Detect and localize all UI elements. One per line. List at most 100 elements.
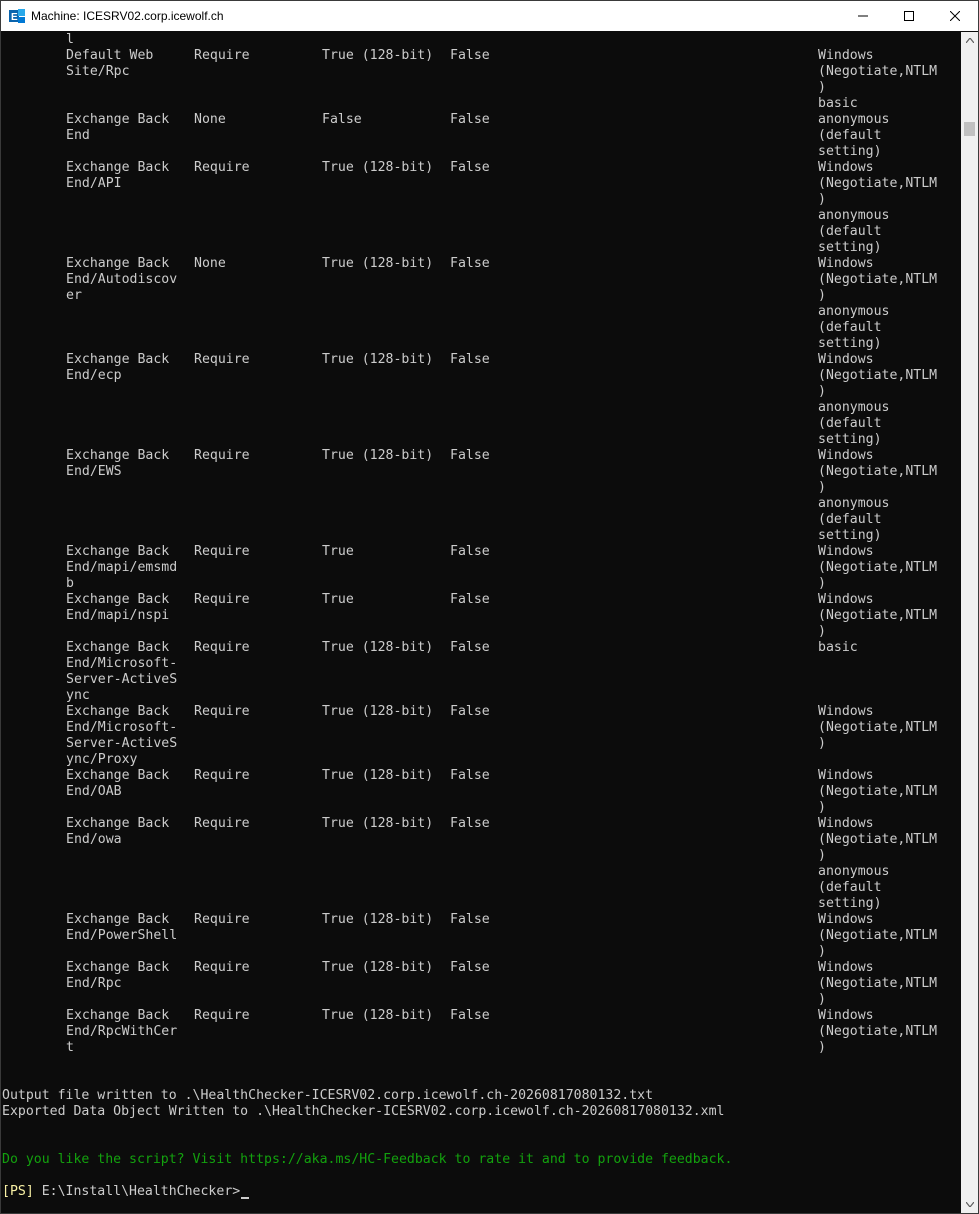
row-ssl-setting: Require [194, 352, 250, 367]
row-auth-method: (Negotiate,NTLM [818, 928, 938, 943]
row-site-name: End/Autodiscov [66, 272, 178, 287]
row-site-name: End/mapi/emsmd [66, 560, 178, 575]
row-site-name: End/owa [66, 832, 122, 847]
terminal-output[interactable]: l Default Web Site/Rpc Require True (128-bit… [1, 32, 961, 1213]
minimize-button[interactable] [840, 1, 886, 31]
maximize-button[interactable] [886, 1, 932, 31]
row-auth-method: anonymous [818, 304, 890, 319]
row-auth-method: Windows [818, 912, 874, 927]
row-site-name: End/Microsoft- [66, 656, 178, 671]
row-client-cert: False [450, 704, 490, 719]
row-auth-method: Windows [818, 816, 874, 831]
row-encryption: True (128-bit) [322, 640, 434, 655]
row-site-name: End/Rpc [66, 976, 122, 991]
close-button[interactable] [932, 1, 978, 31]
row-site-name: Server-ActiveS [66, 672, 178, 687]
row-auth-method: (default [818, 128, 882, 143]
row-auth-method: (Negotiate,NTLM [818, 464, 938, 479]
row-auth-method: (Negotiate,NTLM [818, 720, 938, 735]
row-auth-method: (Negotiate,NTLM [818, 976, 938, 991]
row-client-cert: False [450, 640, 490, 655]
row-client-cert: False [450, 544, 490, 559]
row-auth-method: (default [818, 320, 882, 335]
output-file-line: Output file written to .\HealthChecker-I… [2, 1088, 654, 1103]
row-encryption: True (128-bit) [322, 960, 434, 975]
row-auth-method: (Negotiate,NTLM [818, 368, 938, 383]
row-auth-method: Windows [818, 160, 874, 175]
window-title: Machine: ICESRV02.corp.icewolf.ch [31, 9, 224, 23]
scroll-thumb[interactable] [964, 122, 975, 136]
vertical-scrollbar[interactable] [961, 32, 978, 1213]
row-auth-method: ) [818, 384, 826, 399]
row-auth-method: basic [818, 640, 858, 655]
row-ssl-setting: Require [194, 544, 250, 559]
row-site-name: Server-ActiveS [66, 736, 178, 751]
row-auth-method: Windows [818, 768, 874, 783]
row-site-name: End/EWS [66, 464, 122, 479]
row-auth-method: (Negotiate,NTLM [818, 784, 938, 799]
row-site-name: t [66, 1040, 74, 1055]
exchange-management-shell-icon: E [9, 8, 25, 24]
row-auth-method: Windows [818, 704, 874, 719]
row-auth-method: setting) [818, 896, 882, 911]
row-auth-method: setting) [818, 432, 882, 447]
row-site-name: Exchange Back [66, 544, 170, 559]
row-site-name: Exchange Back [66, 768, 170, 783]
row-site-name: Exchange Back [66, 112, 170, 127]
row-site-name: Exchange Back [66, 704, 170, 719]
row-ssl-setting: Require [194, 640, 250, 655]
row-site-name: ync/Proxy [66, 752, 138, 767]
row-auth-method: setting) [818, 336, 882, 351]
row-ssl-setting: None [194, 112, 226, 127]
row-auth-method: (default [818, 224, 882, 239]
row-auth-method: Windows [818, 448, 874, 463]
row-auth-method: ) [818, 624, 826, 639]
scroll-up-button[interactable] [961, 32, 978, 49]
row-auth-method: Windows [818, 544, 874, 559]
row-site-name: Exchange Back [66, 912, 170, 927]
row-auth-method: anonymous [818, 112, 890, 127]
row-auth-method: Windows [818, 48, 874, 63]
row-client-cert: False [450, 448, 490, 463]
output-file-line: Exported Data Object Written to .\Health… [2, 1104, 725, 1119]
row-site-name: Exchange Back [66, 816, 170, 831]
row-auth-method: (Negotiate,NTLM [818, 608, 938, 623]
row-site-name: End [66, 128, 90, 143]
row-auth-method: (Negotiate,NTLM [818, 560, 938, 575]
row-auth-method: Windows [818, 1008, 874, 1023]
row-encryption: True (128-bit) [322, 256, 434, 271]
row-ssl-setting: Require [194, 48, 250, 63]
row-auth-method: ) [818, 80, 826, 95]
row-auth-method: (default [818, 416, 882, 431]
output-fragment: l [66, 32, 74, 47]
row-auth-method: ) [818, 480, 826, 495]
row-site-name: End/Microsoft- [66, 720, 178, 735]
row-site-name: Exchange Back [66, 1008, 170, 1023]
row-site-name: Exchange Back [66, 256, 170, 271]
row-encryption: True [322, 544, 354, 559]
row-auth-method: anonymous [818, 864, 890, 879]
prompt-path: E:\Install\HealthChecker> [33, 1184, 241, 1199]
row-site-name: Exchange Back [66, 592, 170, 607]
row-encryption: False [322, 112, 362, 127]
row-ssl-setting: Require [194, 912, 250, 927]
scroll-down-button[interactable] [961, 1196, 978, 1213]
maximize-icon [904, 11, 914, 21]
row-site-name: End/ecp [66, 368, 122, 383]
row-site-name: b [66, 576, 74, 591]
row-ssl-setting: None [194, 256, 226, 271]
feedback-message: Do you like the script? Visit https://ak… [2, 1152, 733, 1167]
row-site-name: Site/Rpc [66, 64, 130, 79]
row-auth-method: (Negotiate,NTLM [818, 176, 938, 191]
row-site-name: er [66, 288, 82, 303]
row-auth-method: ) [818, 576, 826, 591]
row-ssl-setting: Require [194, 768, 250, 783]
text-cursor [241, 1197, 250, 1199]
row-auth-method: Windows [818, 352, 874, 367]
row-site-name: Default Web [66, 48, 154, 63]
svg-text:E: E [11, 12, 18, 23]
title-bar[interactable]: E Machine: ICESRV02.corp.icewolf.ch [1, 1, 978, 31]
row-client-cert: False [450, 352, 490, 367]
row-auth-method: Windows [818, 960, 874, 975]
prompt-tag: [PS] [2, 1184, 34, 1199]
